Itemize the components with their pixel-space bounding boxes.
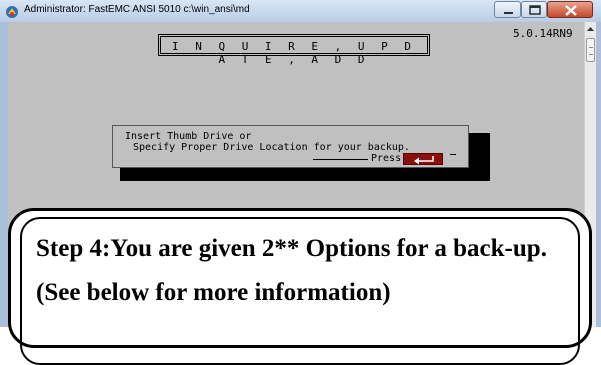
scroll-thumb[interactable] <box>586 38 595 62</box>
press-label: Press <box>371 153 402 164</box>
window-title: Administrator: FastEMC ANSI 5010 c:\win_… <box>24 4 250 15</box>
fastemc-app-icon[interactable] <box>5 4 19 18</box>
minimize-button[interactable] <box>494 1 521 18</box>
instruction-callout: Step 4:You are given 2** Options for a b… <box>8 208 592 365</box>
backup-dialog: Insert Thumb Drive or Specify Proper Dri… <box>112 125 469 168</box>
version-label: 5.0.14RN9 <box>513 27 573 40</box>
minimize-icon <box>504 12 513 14</box>
dialog-divider <box>313 159 368 160</box>
enter-key-button[interactable] <box>403 153 443 165</box>
dialog-line-1: Insert Thumb Drive or <box>125 131 252 142</box>
maximize-button[interactable] <box>521 1 547 18</box>
maximize-icon <box>529 5 541 15</box>
dialog-dash <box>450 154 456 155</box>
scroll-up-arrow-icon[interactable] <box>585 22 596 35</box>
menu-banner: I N Q U I R E , U P D A T E , A D D <box>158 34 430 66</box>
close-icon <box>565 5 577 16</box>
dialog-line-2: Specify Proper Drive Location for your b… <box>133 142 410 153</box>
close-button[interactable] <box>547 1 593 18</box>
title-bar[interactable]: Administrator: FastEMC ANSI 5010 c:\win_… <box>0 0 601 22</box>
callout-text: Step 4:You are given 2** Options for a b… <box>36 235 547 306</box>
enter-key-icon <box>414 156 434 165</box>
menu-banner-text: I N Q U I R E , U P D A T E , A D D <box>171 40 417 66</box>
